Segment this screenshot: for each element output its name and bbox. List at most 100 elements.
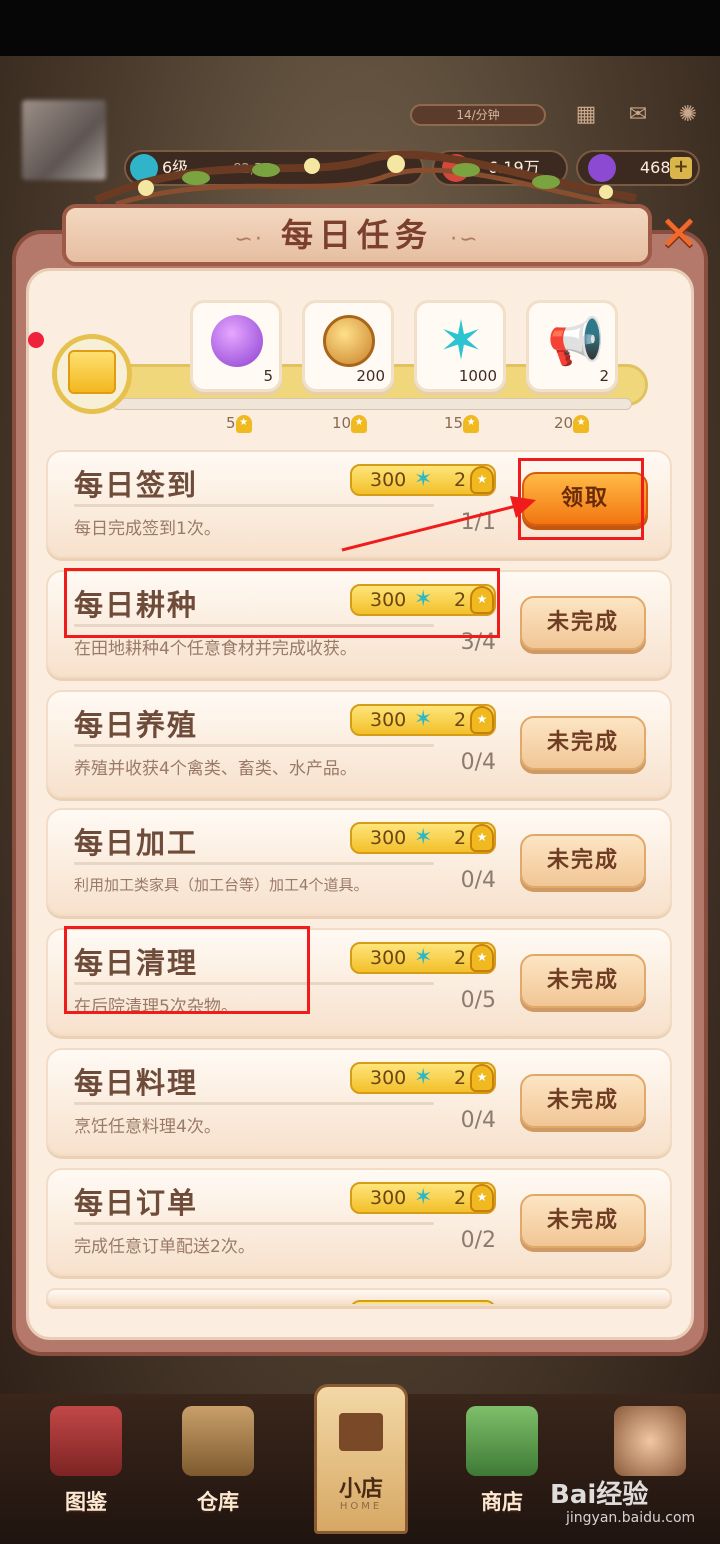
incomplete-button[interactable]: 未完成 [520, 834, 646, 888]
notification-dot [28, 332, 44, 348]
mail-icon[interactable]: ✉ [622, 102, 654, 128]
medal-icon: ★ [235, 414, 252, 433]
incomplete-button[interactable]: 未完成 [520, 954, 646, 1008]
task-row: 每日加工 利用加工类家具（加工台等）加工4个道具。 0/4 300 ✶ 2 ★ … [46, 808, 672, 916]
teal-star-icon: ✶ [414, 1065, 433, 1090]
calendar-icon[interactable]: ▦ [570, 102, 602, 128]
title-deco-left: ∽· [234, 227, 264, 252]
highlight-box-cleaning [64, 926, 310, 1014]
task-reward: 300 ✶ 2 ★ [350, 1182, 496, 1214]
highlight-box-farming [64, 568, 500, 638]
reward-count: 200 [356, 367, 385, 385]
task-progress: 0/2 [460, 1228, 496, 1253]
milestone-label: 5 ★ [226, 414, 252, 433]
title-deco-right: ·∽ [450, 227, 480, 252]
nav-label: 图鉴 [65, 1490, 107, 1514]
characters-icon [614, 1406, 686, 1476]
task-reward [350, 1300, 496, 1304]
medal-icon: ★ [470, 824, 494, 852]
task-progress: 0/4 [460, 750, 496, 775]
task-reward: 300 ✶ 2 ★ [350, 704, 496, 736]
task-row: 每日养殖 养殖并收获4个禽类、畜类、水产品。 0/4 300 ✶ 2 ★ 未完成 [46, 690, 672, 798]
energy-rate: 14/分钟 [410, 104, 546, 126]
task-reward: 300 ✶ 2 ★ [350, 942, 496, 974]
teal-star-icon: ✶ [414, 1185, 433, 1210]
medal-icon: ★ [470, 706, 494, 734]
teal-star-icon: ✶ [438, 309, 484, 372]
book-icon [50, 1406, 122, 1476]
teal-star-icon: ✶ [414, 825, 433, 850]
task-description: 养殖并收获4个禽类、畜类、水产品。 [74, 759, 357, 779]
task-divider [74, 744, 434, 747]
medal-icon: ★ [470, 1064, 494, 1092]
medal-icon: ★ [463, 414, 480, 433]
reward-value: 300 [370, 1187, 407, 1209]
purple-gem-icon [211, 315, 263, 367]
house-icon [339, 1413, 383, 1451]
status-bar [0, 0, 720, 56]
arrow-annotation [341, 496, 536, 552]
reward-card[interactable]: 📢 2 [526, 300, 618, 392]
watermark-brand: Bai经验 [550, 1480, 649, 1510]
gear-icon[interactable]: ✺ [672, 102, 704, 128]
task-divider [74, 1102, 434, 1105]
reward-card[interactable]: 5 [190, 300, 282, 392]
task-reward: 300 ✶ 2 ★ [350, 1062, 496, 1094]
reward-value: 300 [370, 709, 407, 731]
nav-item-store[interactable]: 商店 [452, 1400, 552, 1520]
crate-icon [182, 1406, 254, 1476]
gold-coin-icon [323, 315, 375, 367]
reward-value: 300 [370, 1067, 407, 1089]
medal-icon: ★ [470, 1184, 494, 1212]
milestone-label: 10 ★ [332, 414, 368, 433]
add-gems-button[interactable]: + [670, 157, 692, 179]
incomplete-button[interactable]: 未完成 [520, 716, 646, 770]
medal-count: 2 [454, 827, 467, 849]
medal-icon: ★ [351, 414, 368, 433]
incomplete-button[interactable]: 未完成 [520, 1074, 646, 1128]
nav-item-collection[interactable]: 图鉴 [36, 1400, 136, 1520]
task-title: 每日料理 [74, 1066, 199, 1100]
task-title: 每日订单 [74, 1186, 199, 1220]
nav-label: 商店 [481, 1490, 523, 1514]
incomplete-button[interactable]: 未完成 [520, 596, 646, 650]
nav-item-warehouse[interactable]: 仓库 [168, 1400, 268, 1520]
nav-item-shop-home[interactable]: 小店 HOME [314, 1384, 408, 1534]
reward-count: 5 [263, 367, 273, 385]
task-description: 利用加工类家具（加工台等）加工4个道具。 [74, 876, 369, 894]
nav-label: 仓库 [197, 1490, 239, 1514]
milestone-label: 20 ★ [554, 414, 590, 433]
task-row-partial [46, 1288, 672, 1306]
reward-progress-bar [112, 398, 632, 410]
medal-count: 2 [454, 1067, 467, 1089]
nav-sublabel: HOME [339, 1501, 383, 1512]
reward-value: 300 [370, 827, 407, 849]
megaphone-icon: 📢 [547, 314, 605, 368]
milestone-label: 15 ★ [444, 414, 480, 433]
watermark-url: jingyan.baidu.com [566, 1510, 696, 1526]
task-description: 每日完成签到1次。 [74, 519, 221, 539]
task-divider [74, 1222, 434, 1225]
reward-card[interactable]: ✶ 1000 [414, 300, 506, 392]
task-row: 每日料理 烹饪任意料理4次。 0/4 300 ✶ 2 ★ 未完成 [46, 1048, 672, 1156]
task-title: 每日养殖 [74, 708, 199, 742]
medal-icon: ★ [470, 944, 494, 972]
teal-star-icon: ✶ [414, 945, 433, 970]
close-button[interactable]: ✕ [656, 210, 702, 258]
task-divider [74, 862, 434, 865]
reward-value: 300 [370, 947, 407, 969]
task-title: 每日签到 [74, 468, 199, 502]
medal-count: 2 [454, 947, 467, 969]
task-description: 完成任意订单配送2次。 [74, 1237, 255, 1257]
incomplete-button[interactable]: 未完成 [520, 1194, 646, 1248]
task-reward: 300 ✶ 2 ★ [350, 822, 496, 854]
medal-count: 2 [454, 709, 467, 731]
reward-card[interactable]: 200 [302, 300, 394, 392]
panel-title: ∽· 每日任务 ·∽ [62, 204, 652, 266]
reward-count: 1000 [458, 367, 497, 385]
gift-box-icon [68, 350, 116, 394]
teal-star-icon: ✶ [414, 707, 433, 732]
medal-count: 2 [454, 1187, 467, 1209]
task-description: 烹饪任意料理4次。 [74, 1117, 221, 1137]
task-progress: 0/4 [460, 1108, 496, 1133]
